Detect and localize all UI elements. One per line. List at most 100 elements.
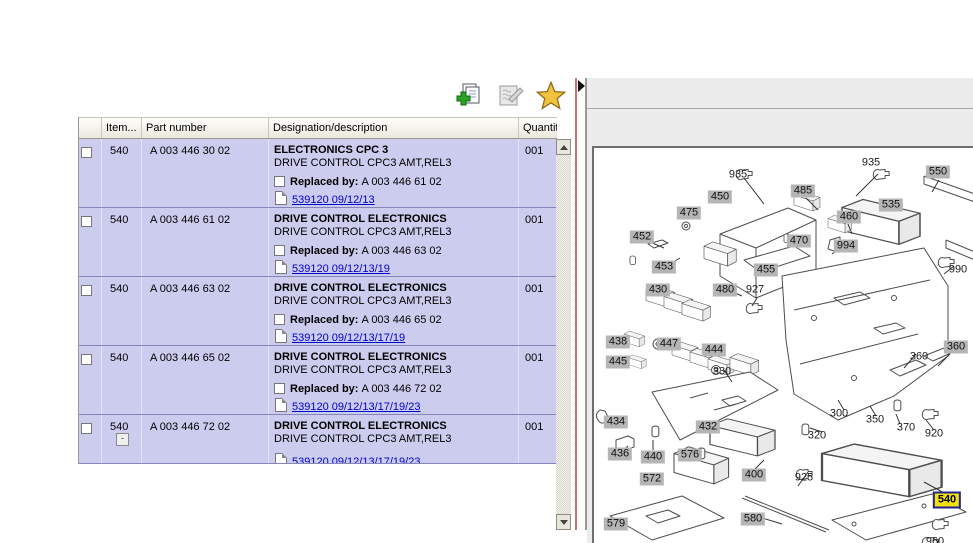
table-row[interactable]: 540A 003 446 63 02DRIVE CONTROL ELECTRON… (79, 277, 557, 346)
part-label-370[interactable]: 370 (897, 422, 915, 435)
footnote-link[interactable]: 539120 09/12/13/19 (292, 263, 390, 275)
part-label-475[interactable]: 475 (677, 207, 701, 220)
replaced-checkbox[interactable] (274, 383, 285, 394)
replaced-checkbox[interactable] (274, 245, 285, 256)
item-cell: 540- (102, 415, 142, 463)
footnote-line: 539120 09/12/13/19 (274, 260, 518, 275)
part-label-450[interactable]: 450 (708, 191, 732, 204)
favorites-star-icon[interactable] (536, 81, 566, 111)
part-label-485[interactable]: 485 (791, 185, 815, 198)
part-label-438[interactable]: 438 (606, 336, 630, 349)
part-label-320[interactable]: 320 (808, 430, 826, 443)
table-row[interactable]: 540A 003 446 65 02DRIVE CONTROL ELECTRON… (79, 346, 557, 415)
part-label-440[interactable]: 440 (641, 451, 665, 464)
part-label-572[interactable]: 572 (640, 473, 664, 486)
item-number: 540 (110, 352, 128, 364)
panel-splitter[interactable] (575, 78, 577, 530)
column-header-select[interactable] (79, 118, 102, 138)
part-label-580[interactable]: 580 (741, 513, 765, 526)
part-label-960[interactable]: 960 (926, 536, 944, 543)
part-label-445[interactable]: 445 (606, 356, 630, 369)
part-label-994[interactable]: 994 (834, 240, 858, 253)
part-label-434[interactable]: 434 (604, 416, 628, 429)
table-row[interactable]: 540A 003 446 30 02ELECTRONICS CPC 3DRIVE… (79, 139, 557, 208)
row-select-cell (79, 139, 102, 207)
part-label-480[interactable]: 480 (713, 284, 737, 297)
row-checkbox[interactable] (81, 216, 92, 227)
collapse-row-button[interactable]: - (116, 433, 129, 446)
column-header-item[interactable]: Item... (102, 118, 142, 138)
part-label-360[interactable]: 360 (910, 351, 928, 364)
footnote-link[interactable]: 539120 09/12/13 (292, 194, 375, 206)
part-label-300[interactable]: 300 (830, 408, 848, 421)
item-cell: 540 (102, 346, 142, 414)
column-header-designation[interactable]: Designation/description (269, 118, 519, 138)
scrollbar-track[interactable] (556, 155, 571, 514)
column-header-part-number[interactable]: Part number (142, 118, 269, 138)
footnote-link[interactable]: 539120 09/12/13/17/19/23 (292, 456, 420, 463)
part-label-920[interactable]: 920 (925, 428, 943, 441)
part-label-470[interactable]: 470 (787, 235, 811, 248)
replaced-checkbox[interactable] (274, 314, 285, 325)
results-toolbar (78, 78, 556, 116)
row-checkbox[interactable] (81, 354, 92, 365)
part-label-330[interactable]: 330 (713, 366, 731, 379)
part-label-935[interactable]: 935 (729, 169, 747, 182)
splitter-collapse-arrow[interactable] (578, 80, 585, 92)
part-title: DRIVE CONTROL ELECTRONICS (274, 350, 518, 364)
part-label-576[interactable]: 576 (678, 449, 702, 462)
scroll-down-button[interactable] (556, 514, 571, 530)
row-select-cell (79, 415, 102, 463)
part-title: DRIVE CONTROL ELECTRONICS (274, 419, 518, 433)
scroll-up-button[interactable] (556, 139, 571, 155)
row-checkbox[interactable] (81, 423, 92, 434)
item-number: 540 (110, 283, 128, 295)
table-header: Item... Part number Designation/descript… (79, 117, 557, 139)
replacement-part-number: A 003 446 63 02 (362, 245, 442, 257)
row-checkbox[interactable] (81, 285, 92, 296)
part-label-535[interactable]: 535 (879, 199, 903, 212)
table-scrollbar (556, 139, 571, 530)
part-label-540[interactable]: 540 (933, 492, 961, 509)
quantity-cell: 001 (519, 139, 557, 207)
part-label-432[interactable]: 432 (696, 421, 720, 434)
part-label-990[interactable]: 990 (949, 264, 967, 277)
part-label-430[interactable]: 430 (646, 284, 670, 297)
replacement-part-number: A 003 446 72 02 (362, 383, 442, 395)
column-header-quantity[interactable]: Quantity (519, 118, 557, 138)
part-label-935[interactable]: 935 (862, 157, 880, 170)
part-label-550[interactable]: 550 (926, 166, 950, 179)
part-label-447[interactable]: 447 (657, 338, 681, 351)
part-label-927[interactable]: 927 (746, 284, 764, 297)
part-label-444[interactable]: 444 (702, 344, 726, 357)
edit-note-icon[interactable] (496, 81, 526, 111)
description-cell: DRIVE CONTROL ELECTRONICSDRIVE CONTROL C… (269, 346, 519, 414)
add-documents-icon[interactable] (453, 81, 483, 111)
item-cell: 540 (102, 277, 142, 345)
part-number-cell: A 003 446 61 02 (142, 208, 269, 276)
part-number-cell: A 003 446 65 02 (142, 346, 269, 414)
footnote-link[interactable]: 539120 09/12/13/17/19/23 (292, 401, 420, 413)
part-label-436[interactable]: 436 (608, 448, 632, 461)
diagram-labels: 935 450 475 485 935 550 535 460 452 994 470 453 455 4… (594, 148, 973, 543)
replaced-by-line: Replaced by: A 003 446 65 02 (274, 314, 518, 326)
part-label-400[interactable]: 400 (742, 469, 766, 482)
part-label-350[interactable]: 350 (866, 414, 884, 427)
part-label-452[interactable]: 452 (630, 231, 654, 244)
part-label-579[interactable]: 579 (604, 518, 628, 531)
table-row[interactable]: 540-A 003 446 72 02DRIVE CONTROL ELECTRO… (79, 415, 557, 464)
item-number: 540 (110, 145, 128, 157)
part-label-460[interactable]: 460 (837, 211, 861, 224)
part-label-925[interactable]: 925 (795, 472, 813, 485)
replaced-by-line: Replaced by: A 003 446 63 02 (274, 245, 518, 257)
item-cell: 540 (102, 139, 142, 207)
part-label-360[interactable]: 360 (944, 341, 968, 354)
item-number: 540 (110, 421, 128, 433)
table-row[interactable]: 540A 003 446 61 02DRIVE CONTROL ELECTRON… (79, 208, 557, 277)
replaced-checkbox[interactable] (274, 176, 285, 187)
footnote-link[interactable]: 539120 09/12/13/17/19 (292, 332, 405, 344)
replaced-by-label: Replaced by: (290, 245, 362, 257)
part-label-453[interactable]: 453 (652, 261, 676, 274)
row-checkbox[interactable] (81, 147, 92, 158)
part-label-455[interactable]: 455 (754, 264, 778, 277)
